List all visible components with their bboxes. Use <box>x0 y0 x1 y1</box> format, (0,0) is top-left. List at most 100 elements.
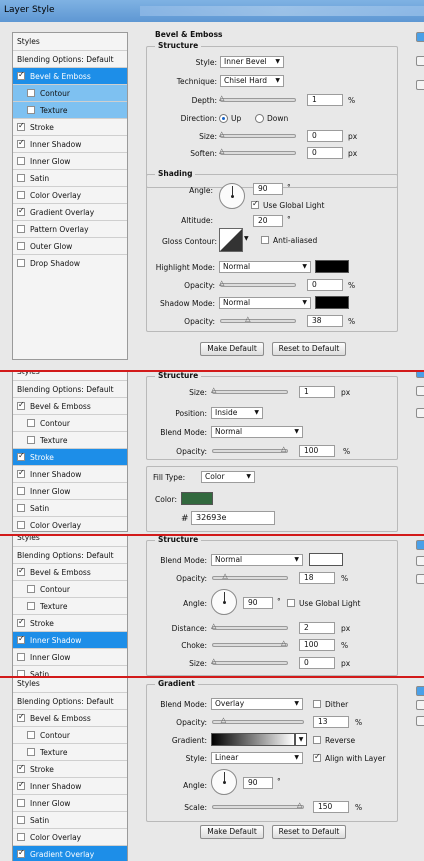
shadow-opacity-slider[interactable]: △ <box>220 316 296 323</box>
distance-input[interactable]: 2 <box>299 622 335 634</box>
style-list-item[interactable]: Blending Options: Default <box>13 692 127 709</box>
size-slider[interactable]: △ <box>211 387 288 394</box>
shadow-color-swatch[interactable] <box>315 296 349 309</box>
opacity-slider[interactable]: △ <box>212 717 304 724</box>
size-slider-thumb[interactable]: △ <box>211 658 219 665</box>
style-checkbox[interactable] <box>17 259 25 267</box>
gloss-contour-preview[interactable] <box>219 228 243 252</box>
style-checkbox[interactable] <box>27 748 35 756</box>
highlight-opacity-thumb[interactable]: △ <box>219 280 227 287</box>
style-list-item[interactable]: Contour <box>13 414 127 431</box>
highlight-mode-select[interactable]: Normal <box>219 261 311 273</box>
angle-input[interactable]: 90 <box>253 183 283 195</box>
style-list-item[interactable]: Contour <box>13 84 127 101</box>
style-checkbox[interactable] <box>17 70 25 80</box>
style-checkbox[interactable] <box>17 468 25 478</box>
style-checkbox[interactable] <box>27 436 35 444</box>
style-list-item[interactable]: Inner Glow <box>13 648 127 665</box>
style-list-item[interactable]: Stroke <box>13 118 127 135</box>
style-list-item[interactable]: Inner Glow <box>13 152 127 169</box>
style-checkbox[interactable] <box>17 487 25 495</box>
new-style-button[interactable] <box>416 716 424 726</box>
style-list-item[interactable]: Inner Shadow <box>13 465 127 482</box>
style-checkbox[interactable] <box>27 585 35 593</box>
make-default-button[interactable]: Make Default <box>200 342 264 356</box>
style-list-item[interactable]: Contour <box>13 580 127 597</box>
style-checkbox[interactable] <box>17 451 25 461</box>
angle-dial[interactable] <box>211 769 237 795</box>
align-with-layer-checkbox[interactable] <box>313 752 321 762</box>
angle-input[interactable]: 90 <box>243 777 273 789</box>
ok-button[interactable] <box>416 686 424 696</box>
style-checkbox[interactable] <box>27 89 35 97</box>
style-checkbox[interactable] <box>27 602 35 610</box>
make-default-button[interactable]: Make Default <box>200 825 264 839</box>
style-checkbox[interactable] <box>17 225 25 233</box>
style-list-item[interactable]: Inner Glow <box>13 794 127 811</box>
style-list-item[interactable]: Inner Shadow <box>13 631 127 648</box>
opacity-slider-thumb[interactable]: △ <box>221 717 229 724</box>
stroke-color-swatch[interactable] <box>181 492 213 505</box>
choke-input[interactable]: 100 <box>299 639 335 651</box>
global-light-checkbox[interactable] <box>287 599 295 607</box>
style-list-item[interactable]: Texture <box>13 431 127 448</box>
style-list-item[interactable]: Blending Options: Default <box>13 50 127 67</box>
position-select[interactable]: Inside <box>211 407 263 419</box>
style-list-item[interactable]: Styles <box>13 536 127 546</box>
size-input[interactable]: 1 <box>299 386 335 398</box>
style-list-item[interactable]: Stroke <box>13 448 127 465</box>
style-checkbox[interactable] <box>17 191 25 199</box>
size-input[interactable]: 0 <box>299 657 335 669</box>
style-list-item[interactable]: Blending Options: Default <box>13 546 127 563</box>
style-checkbox[interactable] <box>17 206 25 216</box>
opacity-input[interactable]: 100 <box>299 445 335 457</box>
opacity-input[interactable]: 13 <box>313 716 349 728</box>
depth-slider-thumb[interactable]: △ <box>219 95 227 102</box>
technique-select[interactable]: Chisel Hard <box>220 75 284 87</box>
highlight-color-swatch[interactable] <box>315 260 349 273</box>
style-list-item[interactable]: Pattern Overlay <box>13 220 127 237</box>
style-checkbox[interactable] <box>17 400 25 410</box>
gradient-dropdown-button[interactable]: ▼ <box>295 733 307 746</box>
distance-slider[interactable]: △ <box>211 623 288 630</box>
style-list-item[interactable]: Gradient Overlay <box>13 845 127 861</box>
highlight-opacity-slider[interactable]: △ <box>219 280 296 287</box>
blend-mode-select[interactable]: Normal <box>211 554 303 566</box>
opacity-input[interactable]: 18 <box>299 572 335 584</box>
angle-dial[interactable] <box>219 183 245 209</box>
depth-input[interactable]: 1 <box>307 94 343 106</box>
cancel-button[interactable] <box>416 386 424 396</box>
shadow-mode-select[interactable]: Normal <box>219 297 311 309</box>
size-slider-thumb[interactable]: △ <box>211 387 219 394</box>
angle-dial[interactable] <box>211 589 237 615</box>
style-list-item[interactable]: Styles <box>13 33 127 50</box>
style-checkbox[interactable] <box>17 653 25 661</box>
style-list-item[interactable]: Styles <box>13 372 127 380</box>
size-slider[interactable]: △ <box>219 131 296 138</box>
gradient-preview[interactable] <box>211 733 295 746</box>
style-list-item[interactable]: Satin <box>13 665 127 676</box>
style-checkbox[interactable] <box>17 617 25 627</box>
style-checkbox[interactable] <box>27 731 35 739</box>
depth-slider[interactable]: △ <box>219 95 296 102</box>
style-list-item[interactable]: Color Overlay <box>13 828 127 845</box>
style-checkbox[interactable] <box>17 848 25 858</box>
style-list-item[interactable]: Inner Shadow <box>13 777 127 794</box>
style-list-item[interactable]: Styles <box>13 678 127 692</box>
new-style-button[interactable] <box>416 80 424 90</box>
style-list-item[interactable]: Bevel & Emboss <box>13 397 127 414</box>
style-checkbox[interactable] <box>17 634 25 644</box>
fill-type-select[interactable]: Color <box>201 471 255 483</box>
style-checkbox[interactable] <box>17 242 25 250</box>
style-list-item[interactable]: Texture <box>13 101 127 118</box>
style-checkbox[interactable] <box>27 419 35 427</box>
style-list-item[interactable]: Color Overlay <box>13 516 127 533</box>
choke-slider[interactable]: △ <box>212 640 288 647</box>
direction-down-radio[interactable] <box>255 114 264 123</box>
style-list-item[interactable]: Blending Options: Default <box>13 380 127 397</box>
style-list-item[interactable]: Texture <box>13 597 127 614</box>
style-checkbox[interactable] <box>17 121 25 131</box>
hex-input[interactable]: 32693e <box>191 511 275 525</box>
style-checkbox[interactable] <box>17 174 25 182</box>
size-slider-thumb[interactable]: △ <box>219 131 227 138</box>
